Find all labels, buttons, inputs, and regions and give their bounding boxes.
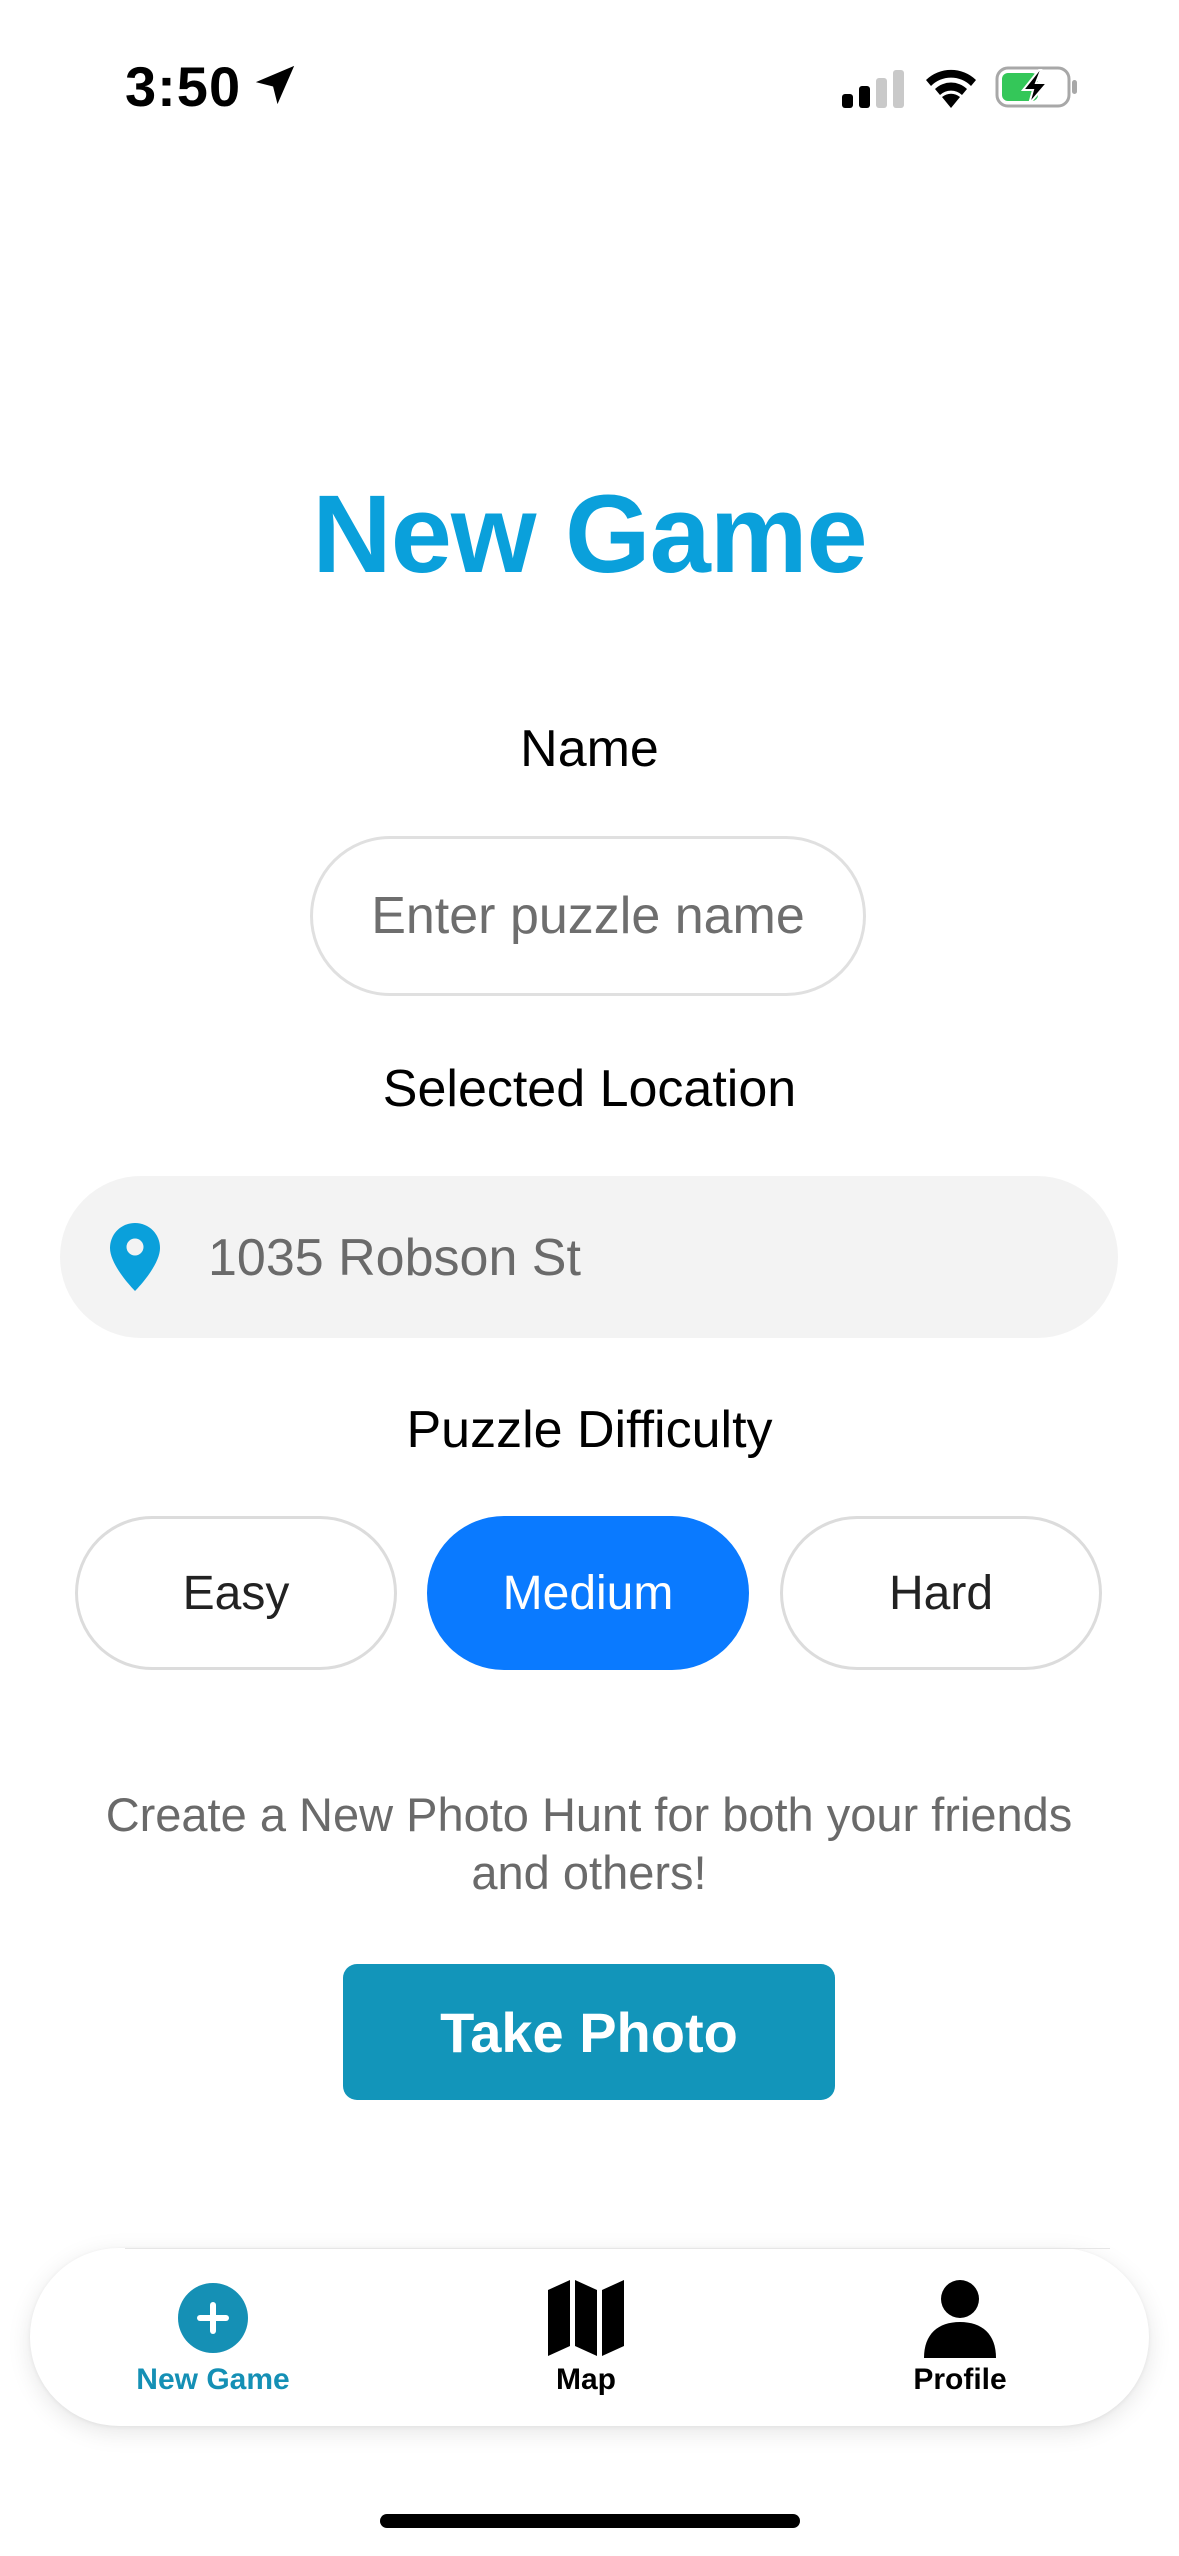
location-field[interactable]: 1035 Robson St [60,1176,1118,1338]
page-title: New Game [312,473,867,596]
puzzle-difficulty-label: Puzzle Difficulty [406,1401,773,1459]
tab-map-label: Map [556,2363,616,2396]
person-icon [924,2280,996,2358]
difficulty-medium-button[interactable]: Medium [427,1516,749,1670]
puzzle-name-input[interactable] [313,839,863,993]
difficulty-hard-button[interactable]: Hard [780,1516,1102,1670]
tab-bar-divider [125,2248,1110,2249]
map-icon [548,2280,624,2356]
name-label: Name [520,720,659,778]
selected-location-label: Selected Location [382,1060,797,1118]
name-input-container[interactable] [310,836,866,996]
home-indicator [380,2514,800,2528]
tab-new-game[interactable]: New Game [113,2278,313,2408]
tab-new-game-label: New Game [136,2363,290,2396]
tab-profile[interactable]: Profile [860,2278,1060,2408]
wifi-icon [926,69,976,108]
tab-profile-label: Profile [913,2363,1007,2396]
cellular-signal-icon [842,70,904,108]
tab-map[interactable]: Map [486,2278,686,2408]
take-photo-button[interactable]: Take Photo [343,1964,835,2100]
map-pin-icon [110,1223,160,1291]
status-time: 3:50 [125,55,242,118]
difficulty-easy-button[interactable]: Easy [75,1516,397,1670]
location-arrow-icon [255,65,295,105]
plus-circle-icon [178,2283,248,2353]
tab-bar: New Game Map Profile [30,2248,1149,2426]
battery-charging-icon [995,66,1077,108]
status-bar: 3:50 [0,0,1179,175]
description-text: Create a New Photo Hunt for both your fr… [105,1788,1073,1899]
location-value: 1035 Robson St [208,1229,581,1287]
